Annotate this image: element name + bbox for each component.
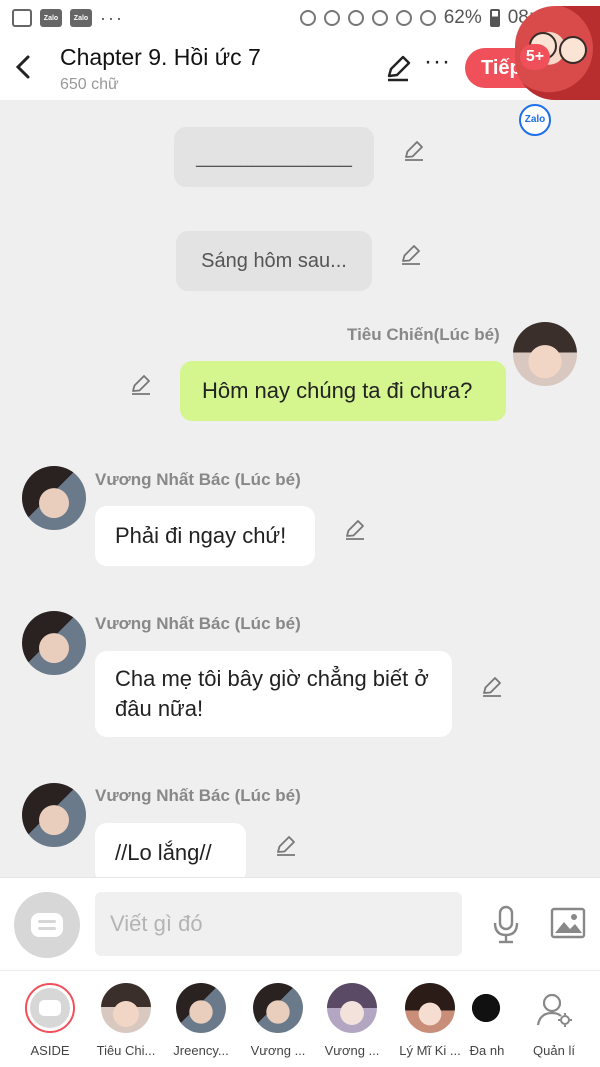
- aside-icon: [31, 913, 63, 937]
- edit-message-icon[interactable]: [480, 674, 504, 698]
- compose-bar: [0, 877, 600, 970]
- mute-icon: [347, 10, 364, 26]
- narration-bubble[interactable]: Sáng hôm sau...: [176, 231, 372, 291]
- battery-percent: 62%: [443, 7, 482, 28]
- more-notifications-icon: ···: [100, 7, 124, 28]
- edit-message-icon[interactable]: [399, 242, 423, 266]
- character-tab[interactable]: Lý Mĩ Ki ...: [394, 971, 464, 1067]
- character-selector: ASIDE Tiêu Chi... Jreency... Vương ... V…: [0, 970, 600, 1067]
- gallery-notification-icon: [12, 9, 32, 27]
- avatar[interactable]: [22, 783, 86, 847]
- data-saver-icon: [323, 10, 340, 26]
- character-label: Quản lí: [533, 1043, 575, 1058]
- aside-avatar: [25, 983, 75, 1033]
- character-avatar: [405, 983, 455, 1033]
- status-bar: Zalo Zalo ··· 62% 08:17 AM: [0, 0, 600, 36]
- notification-badge: 5+: [520, 44, 550, 70]
- narration-bubble[interactable]: ______________: [174, 127, 374, 187]
- block-icon: [419, 10, 436, 26]
- word-count: 650 chữ: [60, 76, 119, 93]
- character-avatar: [176, 983, 226, 1033]
- character-avatar: [470, 983, 510, 1033]
- character-tab[interactable]: Vương ...: [316, 971, 386, 1067]
- character-label: Đa nh: [469, 1043, 505, 1058]
- wifi-icon: [395, 10, 412, 26]
- message-bubble[interactable]: //Lo lắng//: [95, 823, 246, 883]
- manage-users-icon: [536, 991, 574, 1029]
- character-label: Tiêu Chi...: [96, 1043, 156, 1058]
- battery-icon: [489, 9, 500, 27]
- alarm-icon: [371, 10, 388, 26]
- character-tab[interactable]: Jreency...: [165, 971, 235, 1067]
- character-avatar: [253, 983, 303, 1033]
- edit-message-icon[interactable]: [129, 372, 153, 396]
- character-tab[interactable]: Vương ...: [242, 971, 312, 1067]
- message-input[interactable]: [95, 892, 462, 956]
- character-label: Jreency...: [173, 1043, 229, 1058]
- character-tab-aside[interactable]: ASIDE: [14, 971, 84, 1067]
- character-label: Vương ...: [250, 1043, 306, 1058]
- edit-pencil-icon[interactable]: [384, 54, 412, 82]
- back-icon[interactable]: [10, 52, 38, 82]
- chapter-header: Chapter 9. Hồi ức 7 650 chữ ··· Tiếp: [0, 36, 600, 100]
- image-upload-icon[interactable]: [550, 907, 586, 939]
- avatar[interactable]: [513, 322, 577, 386]
- chapter-title: Chapter 9. Hồi ức 7: [60, 44, 261, 70]
- message-bubble[interactable]: Cha mẹ tôi bây giờ chẳng biết ở đâu nữa!: [95, 651, 452, 737]
- sticker-face: [559, 36, 587, 64]
- character-name: Vương Nhất Bác (Lúc bé): [95, 614, 301, 633]
- zalo-notification-icon-2: Zalo: [70, 9, 92, 27]
- manage-characters-tab[interactable]: Quản lí: [518, 971, 588, 1067]
- zalo-notification-icon: Zalo: [40, 9, 62, 27]
- character-label: ASIDE: [30, 1043, 70, 1058]
- character-label: Vương ...: [324, 1043, 380, 1058]
- character-label: Lý Mĩ Ki ...: [399, 1043, 461, 1058]
- aside-toggle-button[interactable]: [14, 892, 80, 958]
- character-name: Tiêu Chiến(Lúc bé): [347, 325, 500, 344]
- edit-message-icon[interactable]: [402, 138, 426, 162]
- avatar[interactable]: [22, 466, 86, 530]
- chat-area[interactable]: ______________ Sáng hôm sau... Tiêu Chiế…: [0, 100, 600, 883]
- more-options-icon[interactable]: ···: [424, 48, 451, 76]
- avatar[interactable]: [22, 611, 86, 675]
- nfc-icon: [299, 10, 316, 26]
- edit-message-icon[interactable]: [274, 833, 298, 857]
- character-avatar: [327, 983, 377, 1033]
- character-tab[interactable]: Tiêu Chi...: [90, 971, 160, 1067]
- message-bubble[interactable]: Phải đi ngay chứ!: [95, 506, 315, 566]
- microphone-icon[interactable]: [490, 905, 522, 945]
- my-message-bubble[interactable]: Hôm nay chúng ta đi chưa?: [180, 361, 506, 421]
- character-name: Vương Nhất Bác (Lúc bé): [95, 470, 301, 489]
- character-avatar: [101, 983, 151, 1033]
- character-name: Vương Nhất Bác (Lúc bé): [95, 786, 301, 805]
- edit-message-icon[interactable]: [343, 517, 367, 541]
- character-tab[interactable]: Đa nh: [462, 971, 512, 1067]
